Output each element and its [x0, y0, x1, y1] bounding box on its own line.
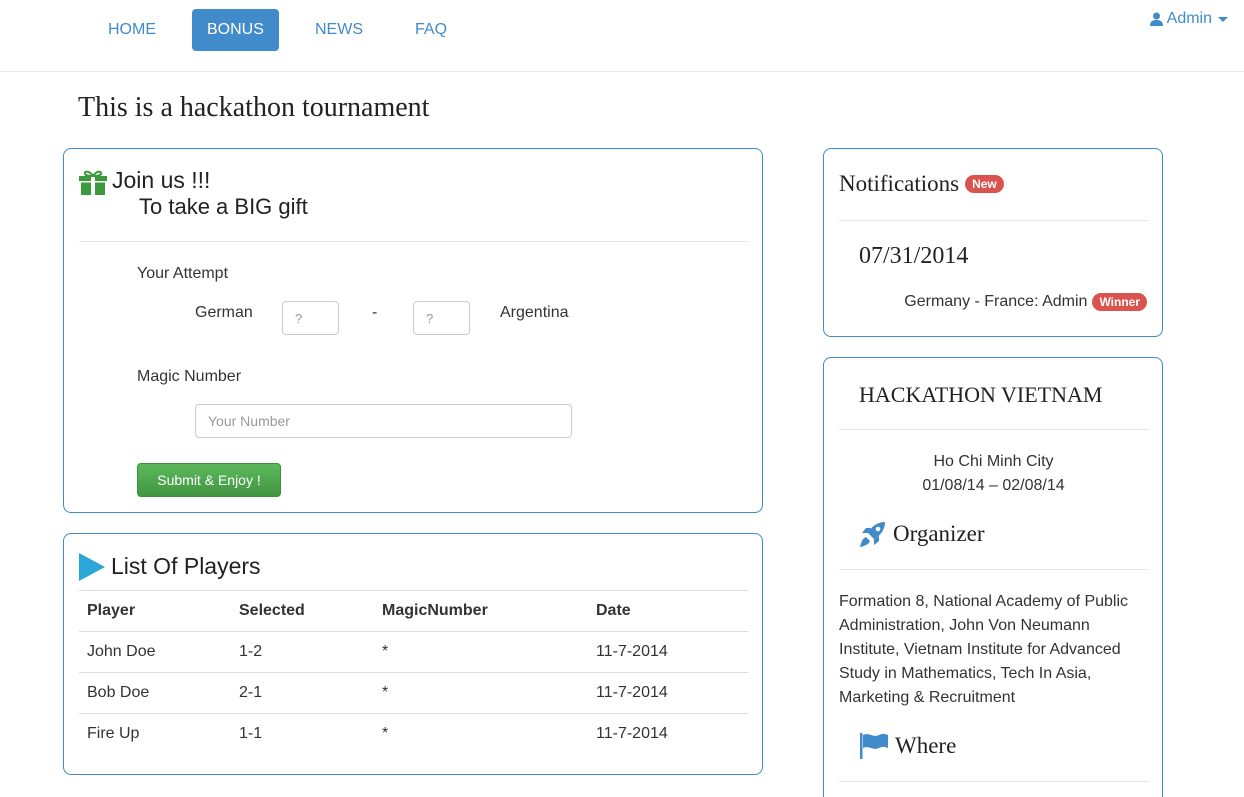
table-row: Fire Up 1-1 * 11-7-2014 — [79, 714, 748, 755]
new-badge: New — [965, 175, 1004, 193]
players-panel: List Of Players Player Selected MagicNum… — [63, 533, 763, 775]
nav-home[interactable]: HOME — [93, 9, 171, 51]
team-home-label: German — [195, 304, 253, 321]
players-title: List Of Players — [111, 553, 261, 579]
play-icon — [79, 553, 105, 581]
notifications-heading: Notifications New — [839, 171, 1004, 197]
divider — [839, 429, 1148, 430]
cell-date: 11-7-2014 — [588, 631, 748, 673]
cell-magic: * — [374, 631, 588, 673]
nav-faq[interactable]: FAQ — [400, 9, 462, 51]
event-title: HACKATHON VIETNAM — [859, 382, 1103, 407]
submit-button[interactable]: Submit & Enjoy ! — [137, 463, 281, 497]
cell-date: 11-7-2014 — [596, 725, 668, 743]
divider — [839, 220, 1148, 221]
score-away-input[interactable] — [413, 301, 470, 335]
column-header-magicnumber: MagicNumber — [374, 590, 588, 632]
user-menu-label: Admin — [1166, 10, 1212, 27]
cell-magic: * — [382, 725, 389, 743]
cell-selected: 2-1 — [231, 672, 374, 714]
page-title: This is a hackathon tournament — [78, 92, 430, 123]
attempt-label: Your Attempt — [137, 265, 229, 282]
score-home-input[interactable] — [282, 301, 339, 335]
team-away-label: Argentina — [500, 304, 569, 321]
notification-date: 07/31/2014 — [859, 243, 969, 269]
event-dates: 01/08/14 – 02/08/14 — [922, 477, 1065, 494]
column-header-selected: Selected — [231, 590, 374, 632]
join-subtitle: To take a BIG gift — [139, 194, 308, 219]
divider — [839, 569, 1148, 570]
event-panel: HACKATHON VIETNAM Ho Chi Minh City 01/08… — [823, 357, 1163, 797]
rocket-icon — [860, 522, 885, 547]
divider — [839, 781, 1148, 782]
players-table: Player Selected MagicNumber Date John Do… — [79, 590, 748, 755]
flag-icon — [860, 733, 888, 759]
column-header-date: Date — [588, 590, 748, 632]
join-title: Join us !!! — [112, 167, 211, 193]
table-row: Bob Doe 2-1 * 11-7-2014 — [79, 672, 748, 714]
notifications-title: Notifications — [839, 171, 960, 196]
where-title: Where — [895, 733, 957, 758]
organizer-text: Formation 8, National Academy of Public … — [839, 593, 1129, 706]
top-navbar: HOME BONUS NEWS FAQ Admin — [0, 0, 1244, 72]
nav-news[interactable]: NEWS — [300, 9, 378, 51]
user-menu[interactable]: Admin — [1149, 10, 1228, 28]
score-separator: - — [372, 304, 378, 321]
cell-player: Fire Up — [87, 725, 140, 743]
event-city: Ho Chi Minh City — [933, 453, 1054, 470]
table-row: John Doe 1-2 * 11-7-2014 — [79, 631, 748, 673]
organizer-title: Organizer — [893, 521, 985, 546]
cell-date: 11-7-2014 — [588, 672, 748, 714]
magic-number-label: Magic Number — [137, 368, 242, 385]
gift-icon — [79, 170, 107, 195]
cell-player: Bob Doe — [79, 672, 231, 714]
magic-number-input[interactable] — [195, 404, 572, 438]
where-heading: Where — [859, 732, 956, 760]
winner-badge: Winner — [1092, 293, 1147, 311]
cell-magic: * — [374, 672, 588, 714]
nav-bonus[interactable]: BONUS — [192, 9, 279, 51]
cell-selected: 1-2 — [231, 631, 374, 673]
user-icon — [1149, 12, 1163, 26]
cell-selected: 1-1 — [239, 725, 263, 743]
organizer-heading: Organizer — [859, 520, 985, 548]
notification-text: Germany - France: Admin — [904, 293, 1088, 310]
column-header-player: Player — [79, 590, 231, 632]
table-header-row: Player Selected MagicNumber Date — [79, 590, 748, 632]
cell-player: John Doe — [79, 631, 231, 673]
notification-item[interactable]: Germany - France: Admin Winner — [904, 293, 1147, 311]
join-panel: Join us !!! To take a BIG gift Your Atte… — [63, 148, 763, 513]
notifications-panel: Notifications New 07/31/2014 Germany - F… — [823, 148, 1163, 337]
divider — [79, 241, 748, 242]
chevron-down-icon — [1218, 16, 1228, 22]
